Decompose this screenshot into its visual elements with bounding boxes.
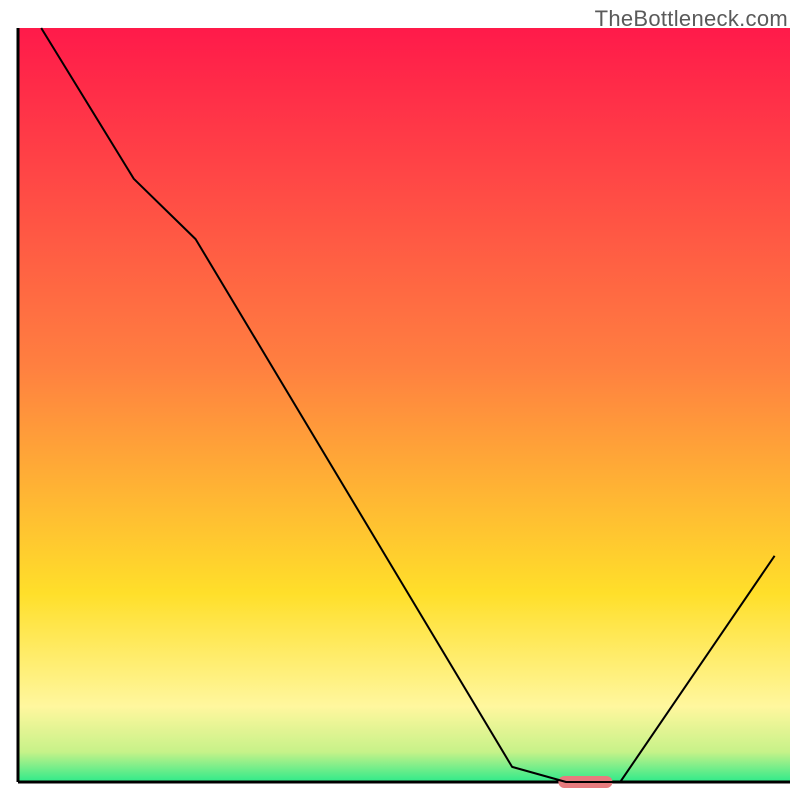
watermark-text: TheBottleneck.com [595,6,788,32]
bottleneck-chart: TheBottleneck.com [0,0,800,800]
chart-svg [0,0,800,800]
plot-background [18,28,790,782]
